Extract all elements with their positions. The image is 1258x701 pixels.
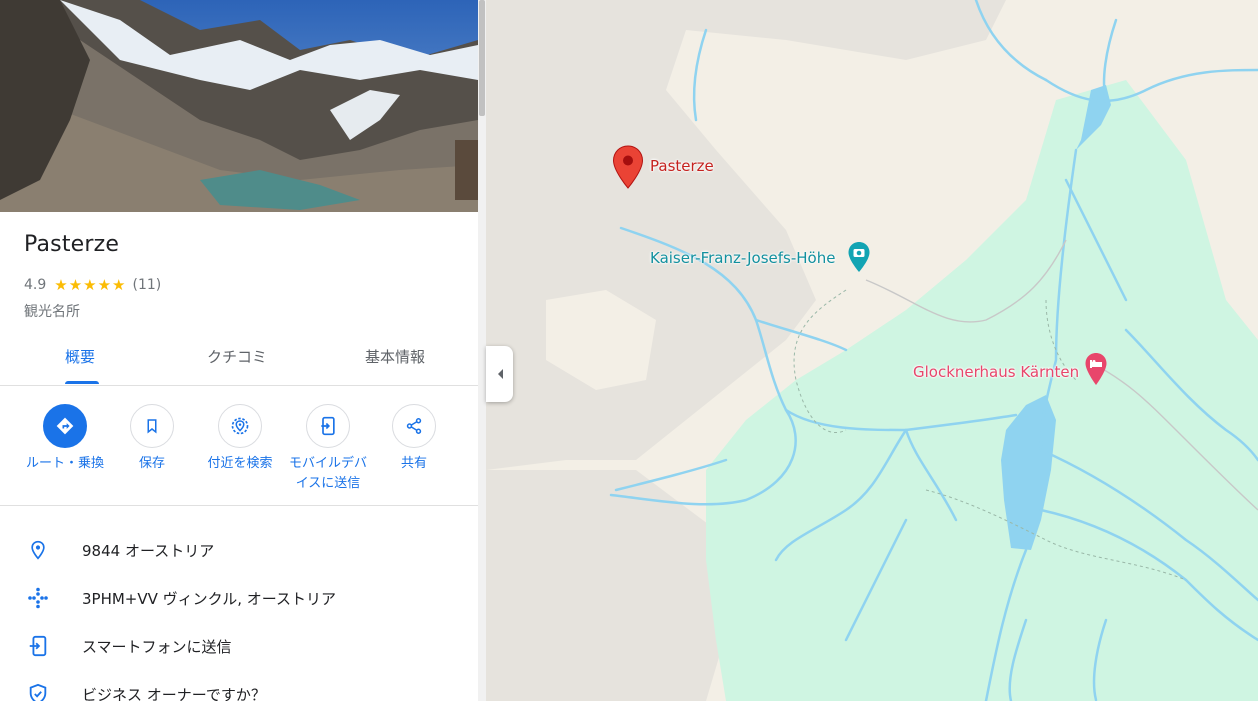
send-to-phone-text: スマートフォンに送信	[82, 637, 232, 656]
review-count-link[interactable]: (11)	[133, 277, 162, 293]
place-hero-photo[interactable]	[0, 0, 478, 212]
bookmark-icon	[130, 404, 174, 448]
place-details-panel: Pasterze 4.9 ★★★★★ (11) 観光名所 概要 クチコミ 基本情…	[0, 0, 478, 701]
verified-shield-icon	[24, 680, 52, 701]
google-maps-app: Pasterze 4.9 ★★★★★ (11) 観光名所 概要 クチコミ 基本情…	[0, 0, 1258, 701]
tab-bar: 概要 クチコミ 基本情報	[0, 332, 478, 386]
share-button[interactable]: 共有	[364, 404, 464, 474]
send-to-mobile-label-line2: イスに送信	[295, 476, 361, 491]
search-nearby-button[interactable]: 付近を検索	[190, 404, 290, 474]
directions-label: ルート・乗換	[25, 456, 104, 471]
lodging-poi-icon[interactable]	[1084, 352, 1108, 386]
scrollbar-thumb[interactable]	[479, 0, 485, 116]
map-label-pasterze[interactable]: Pasterze	[650, 157, 714, 175]
active-tab-indicator	[65, 381, 99, 384]
search-nearby-label: 付近を検索	[207, 456, 273, 471]
camera-poi-icon[interactable]	[847, 241, 871, 273]
directions-button[interactable]: ルート・乗換	[15, 404, 115, 474]
save-button[interactable]: 保存	[102, 404, 202, 474]
save-label: 保存	[138, 456, 165, 471]
map-label-glocknerhaus-kaernten[interactable]: Glocknerhaus Kärnten	[913, 363, 1079, 381]
map-canvas[interactable]: Pasterze Kaiser-Franz-Josefs-Höhe Glockn…	[486, 0, 1258, 701]
selected-place-pin-icon[interactable]	[612, 145, 644, 189]
address-text: 9844 オーストリア	[82, 541, 215, 560]
chevron-left-icon	[496, 365, 504, 384]
tab-overview[interactable]: 概要	[65, 346, 95, 367]
share-icon	[392, 404, 436, 448]
plus-code-text: 3PHM+VV ヴィンクル, オーストリア	[82, 589, 337, 608]
send-to-mobile-label: モバイルデバ イスに送信	[278, 454, 378, 494]
action-buttons: ルート・乗換 保存 付近を検索 モバイルデバ イスに送信 共有	[0, 396, 478, 506]
place-title: Pasterze	[24, 232, 120, 257]
map-label-kaiser-franz-josefs-hoehe[interactable]: Kaiser-Franz-Josefs-Höhe	[650, 249, 835, 267]
tab-reviews[interactable]: クチコミ	[207, 346, 267, 367]
collapse-panel-button[interactable]	[486, 346, 513, 402]
rating-stars: ★★★★★	[54, 276, 127, 294]
rating-score: 4.9	[24, 277, 47, 293]
claim-business-row[interactable]: ビジネス オーナーですか？	[0, 670, 478, 701]
send-to-phone-row[interactable]: スマートフォンに送信	[0, 622, 478, 670]
send-to-phone-icon	[306, 404, 350, 448]
share-label: 共有	[400, 456, 427, 471]
rating-row: 4.9 ★★★★★ (11)	[24, 276, 161, 294]
plus-code-icon	[24, 584, 52, 612]
claim-business-text: ビジネス オーナーですか？	[82, 685, 266, 701]
address-row[interactable]: 9844 オーストリア	[0, 526, 478, 574]
nearby-search-icon	[218, 404, 262, 448]
info-list: 9844 オーストリア 3PHM+VV ヴィンクル, オーストリア スマートフォ…	[0, 526, 478, 701]
send-to-phone-icon	[24, 632, 52, 660]
place-category[interactable]: 観光名所	[24, 301, 80, 321]
directions-icon	[43, 404, 87, 448]
plus-code-row[interactable]: 3PHM+VV ヴィンクル, オーストリア	[0, 574, 478, 622]
tab-about[interactable]: 基本情報	[365, 346, 425, 367]
panel-scrollbar[interactable]	[478, 0, 486, 701]
send-to-mobile-button[interactable]: モバイルデバ イスに送信	[278, 404, 378, 494]
send-to-mobile-label-line1: モバイルデバ	[288, 456, 367, 471]
location-pin-icon	[24, 536, 52, 564]
